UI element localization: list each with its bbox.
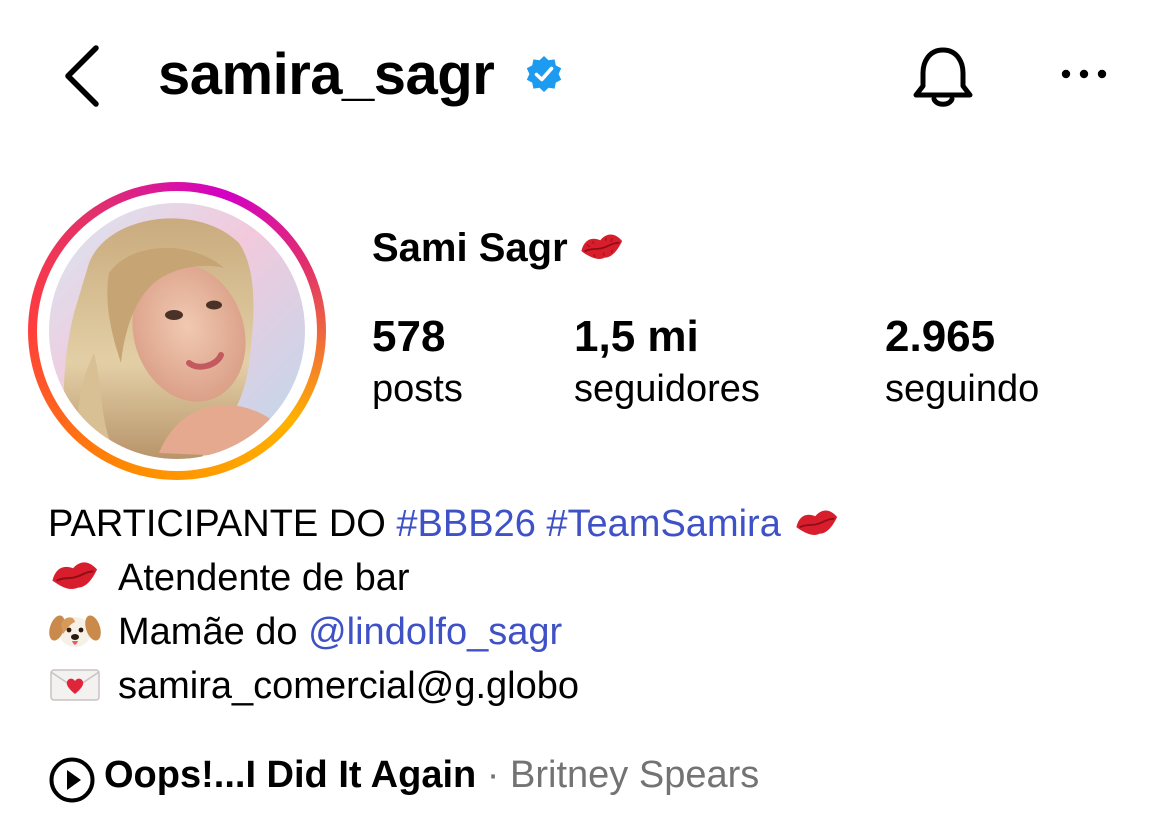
bell-icon — [913, 47, 973, 107]
chevron-left-icon — [65, 45, 99, 107]
bio-text: PARTICIPANTE DO — [48, 503, 397, 545]
hashtag-link[interactable]: #TeamSamira — [546, 503, 780, 545]
hashtag-link[interactable]: #BBB26 — [396, 503, 535, 545]
stat-following-label: seguindo — [885, 368, 1040, 410]
more-horizontal-icon — [1061, 69, 1107, 79]
stat-following-count: 2.965 — [885, 312, 996, 361]
display-name: Sami Sagr — [372, 224, 626, 272]
bio-text: Mamãe do — [118, 611, 309, 653]
stat-posts-label: posts — [372, 368, 463, 410]
stat-followers-count: 1,5 mi — [574, 312, 699, 361]
display-name-text: Sami Sagr — [372, 226, 568, 270]
love-letter-icon — [50, 669, 100, 701]
profile-photo — [49, 203, 305, 459]
bio-line-3: Mamãe do @lindolfo_sagr — [48, 605, 841, 659]
stat-following[interactable]: 2.965 seguindo — [885, 310, 1039, 414]
avatar-ring-gap — [37, 191, 317, 471]
bio-line-2: Atendente de bar — [48, 551, 841, 605]
username-title: samira_sagr — [158, 42, 495, 107]
avatar — [49, 203, 305, 459]
back-button[interactable] — [56, 40, 116, 110]
more-options-button[interactable] — [1056, 54, 1116, 94]
song-title: Oops!...I Did It Again — [104, 754, 477, 796]
verified-badge-icon — [526, 56, 562, 92]
profile-music[interactable]: Oops!...I Did It Again · Britney Spears — [48, 748, 760, 803]
play-circle-icon — [49, 757, 95, 803]
song-artist: Britney Spears — [510, 754, 760, 796]
kiss-mark-icon — [581, 234, 622, 260]
mention-link[interactable]: @lindolfo_sagr — [308, 611, 562, 653]
bio: PARTICIPANTE DO #BBB26 #TeamSamira Atend… — [48, 497, 841, 713]
profile-header: samira_sagr — [0, 0, 1169, 150]
kiss-mark-icon — [52, 562, 98, 589]
stat-posts[interactable]: 578 posts — [372, 310, 463, 414]
stat-posts-count: 578 — [372, 312, 446, 361]
bio-line-4: samira_comercial@g.globo — [48, 659, 841, 713]
bio-text: samira_comercial@g.globo — [118, 665, 579, 707]
bio-line-1: PARTICIPANTE DO #BBB26 #TeamSamira — [48, 497, 841, 551]
avatar-story-ring[interactable] — [28, 182, 326, 480]
stat-followers[interactable]: 1,5 mi seguidores — [574, 310, 760, 414]
notifications-button[interactable] — [905, 42, 981, 112]
kiss-mark-icon — [796, 510, 837, 535]
song-separator: · — [476, 754, 511, 796]
dog-face-icon — [49, 615, 101, 647]
bio-text: Atendente de bar — [118, 557, 410, 599]
stat-followers-label: seguidores — [574, 368, 760, 410]
